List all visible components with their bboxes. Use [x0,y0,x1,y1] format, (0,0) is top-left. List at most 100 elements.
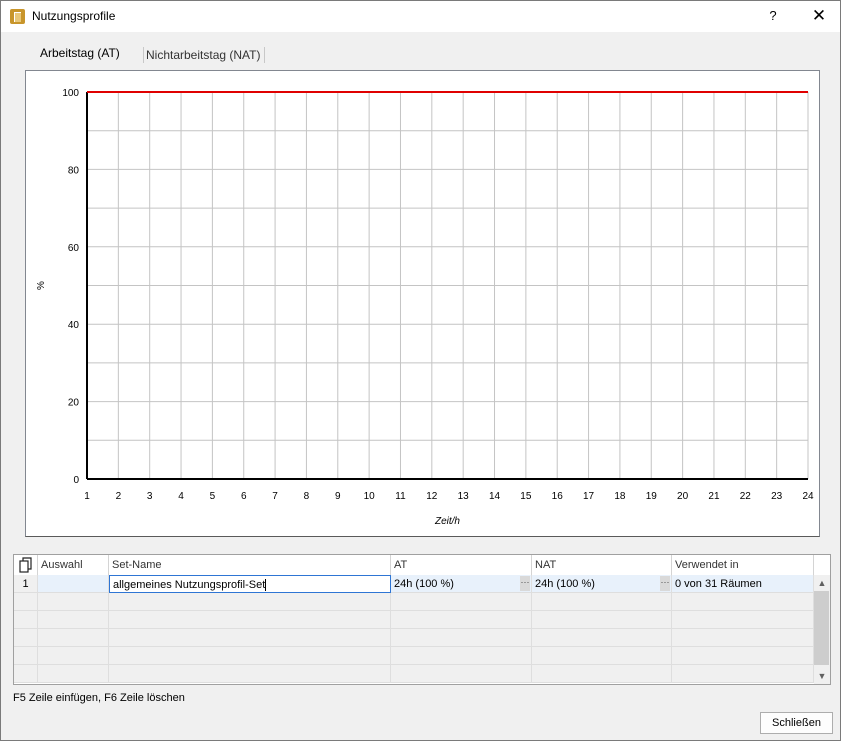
copy-icon [19,557,32,573]
empty-cell [38,611,109,629]
empty-cell [672,629,814,647]
set-name-value: allgemeines Nutzungsprofil-Set [113,579,266,591]
y-tick-label: 40 [68,320,80,331]
x-tick-label: 10 [364,491,376,502]
y-tick-label: 80 [68,165,80,176]
x-tick-label: 23 [771,491,783,502]
usage-profile-chart: 1 2 3 4 5 6 7 8 9 10 11 12 13 14 15 16 17 18 19 20 21 22 23 24 0… [25,70,820,537]
tab-nichtarbeitstag[interactable]: Nichtarbeitstag (NAT) [143,47,266,63]
x-axis-label: Zeit/h [434,516,460,527]
x-tick-label: 2 [116,491,122,502]
x-tick-label: 11 [395,491,406,502]
window-title: Nutzungsprofile [32,9,116,23]
scroll-down-icon[interactable]: ▼ [814,668,830,684]
empty-cell [109,611,391,629]
table-row[interactable] [14,593,814,611]
x-tick-label: 16 [552,491,564,502]
row-number[interactable]: 1 [14,575,38,593]
header-auswahl[interactable]: Auswahl [38,555,109,575]
empty-cell [391,629,532,647]
x-tick-label: 18 [614,491,626,502]
table-scrollbar[interactable]: ▲ ▼ [814,575,830,684]
empty-cell [38,647,109,665]
cell-at[interactable]: 24h (100 %) ··· [391,575,532,593]
empty-cell [109,593,391,611]
x-tick-label: 22 [740,491,752,502]
empty-cell [38,593,109,611]
x-tick-label: 12 [426,491,438,502]
x-tick-label: 8 [304,491,310,502]
empty-cell [14,593,38,611]
x-tick-label: 17 [583,491,595,502]
empty-cell [38,629,109,647]
y-tick-label: 100 [62,88,79,99]
title-bar: Nutzungsprofile ? ✕ [1,1,840,32]
y-tick-label: 60 [68,243,80,254]
empty-cell [672,647,814,665]
help-button[interactable]: ? [761,3,785,29]
empty-cell [109,647,391,665]
x-tick-label: 20 [677,491,689,502]
empty-cell [109,629,391,647]
empty-cell [672,665,814,683]
empty-cell [532,665,672,683]
x-tick-label: 19 [646,491,658,502]
empty-cell [14,647,38,665]
x-tick-label: 14 [489,491,501,502]
cell-auswahl[interactable] [38,575,109,593]
table-row[interactable] [14,629,814,647]
x-tick-label: 9 [335,491,341,502]
x-tick-label: 15 [520,491,532,502]
empty-cell [14,665,38,683]
empty-cell [532,593,672,611]
nat-value: 24h (100 %) [535,578,595,590]
keyboard-hint: F5 Zeile einfügen, F6 Zeile löschen [13,692,185,704]
table-row[interactable] [14,611,814,629]
scroll-thumb[interactable] [814,591,829,665]
empty-cell [391,593,532,611]
header-verwendet-in[interactable]: Verwendet in [672,555,814,575]
set-name-input[interactable]: allgemeines Nutzungsprofil-Set [109,575,391,593]
empty-cell [532,647,672,665]
header-at[interactable]: AT [391,555,532,575]
cell-nat[interactable]: 24h (100 %) ··· [532,575,672,593]
select-all-header[interactable] [14,555,38,575]
empty-cell [14,629,38,647]
empty-cell [38,665,109,683]
x-tick-label: 6 [241,491,247,502]
dialog-window: Nutzungsprofile ? ✕ Arbeitstag (AT) Nich… [0,0,841,741]
x-tick-label: 1 [84,491,90,502]
y-tick-label: 0 [73,475,79,486]
app-icon [10,9,25,24]
empty-cell [532,629,672,647]
header-set-name[interactable]: Set-Name [109,555,391,575]
empty-cell [109,665,391,683]
empty-cell [672,593,814,611]
x-tick-label: 4 [178,491,184,502]
at-ellipsis-button[interactable]: ··· [520,576,530,591]
scroll-up-icon[interactable]: ▲ [814,575,830,591]
x-tick-label: 13 [458,491,470,502]
empty-cell [391,611,532,629]
table-row[interactable] [14,665,814,683]
empty-cell [14,611,38,629]
text-cursor [265,579,267,592]
y-axis-label: % [36,281,47,290]
header-nat[interactable]: NAT [532,555,672,575]
y-tick-label: 20 [68,398,80,409]
close-button[interactable]: Schließen [760,712,833,734]
empty-cell [532,611,672,629]
x-tick-label: 7 [272,491,278,502]
table-row[interactable] [14,647,814,665]
tab-arbeitstag[interactable]: Arbeitstag (AT) [32,45,128,61]
nat-ellipsis-button[interactable]: ··· [660,576,670,591]
x-tick-label: 21 [708,491,720,502]
profile-set-table: Auswahl Set-Name AT NAT Verwendet in 1 a… [13,554,831,685]
chart-svg: 1 2 3 4 5 6 7 8 9 10 11 12 13 14 15 16 17 18 19 20 21 22 23 240… [36,88,814,527]
x-tick-label: 24 [802,491,814,502]
cell-verwendet-in[interactable]: 0 von 31 Räumen [672,575,814,593]
table-header: Auswahl Set-Name AT NAT Verwendet in [14,555,830,576]
table-row[interactable]: 1 allgemeines Nutzungsprofil-Set 24h (10… [14,575,814,593]
at-value: 24h (100 %) [394,578,454,590]
close-window-button[interactable]: ✕ [801,3,837,29]
